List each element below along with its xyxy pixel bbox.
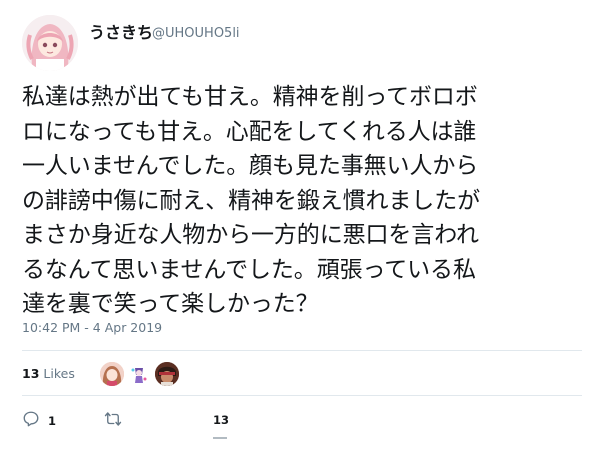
tweet-text-line: 達を裏で笑って楽しかった？: [22, 291, 319, 317]
tweet-text-line: 私達は熱が出ても甘え。精神を削ってボロボ: [22, 84, 478, 110]
liker-avatar[interactable]: [99, 361, 125, 387]
reply-button[interactable]: 1: [22, 410, 56, 432]
retweet-icon: [104, 410, 122, 432]
likes-count: 13: [22, 366, 40, 381]
divider: [22, 350, 582, 351]
reply-icon: [22, 410, 40, 432]
tweet-text-line: まさか身近な人物から一方的に悪口を言われ: [22, 222, 479, 248]
display-name[interactable]: うさきち: [89, 24, 153, 42]
tweet-text-line: ロになっても甘え。心配をしてくれる人は誰: [22, 118, 477, 145]
liker-avatar[interactable]: [154, 361, 180, 387]
likes-label: Likes: [43, 366, 75, 381]
liker-avatar[interactable]: [126, 361, 152, 387]
divider: [22, 395, 582, 396]
tweet-timestamp[interactable]: 10:42 PM - 4 Apr 2019: [22, 320, 162, 336]
tweet-text-line: るなんて思いませんでした。頑張っている私: [22, 256, 476, 283]
retweet-button[interactable]: [104, 410, 122, 432]
like-action-count[interactable]: 13: [213, 413, 229, 427]
reply-count: 1: [48, 414, 57, 428]
likes-stat[interactable]: 13 Likes: [22, 366, 75, 382]
tweet-text-line: の誹謗中傷に耐え、精神を鍛え慣れましたが: [22, 187, 481, 214]
tweet-text-line: 一人いませんでした。顔も見た事無い人から: [22, 153, 479, 179]
like-icon-partial: [213, 437, 227, 439]
tweet-text: 私達は熱が出ても甘え。精神を削ってボロボ ロになっても甘え。心配をしてくれる人は…: [22, 80, 582, 322]
profile-avatar[interactable]: [22, 15, 78, 71]
user-handle[interactable]: @UHOUHO5li: [152, 26, 240, 42]
